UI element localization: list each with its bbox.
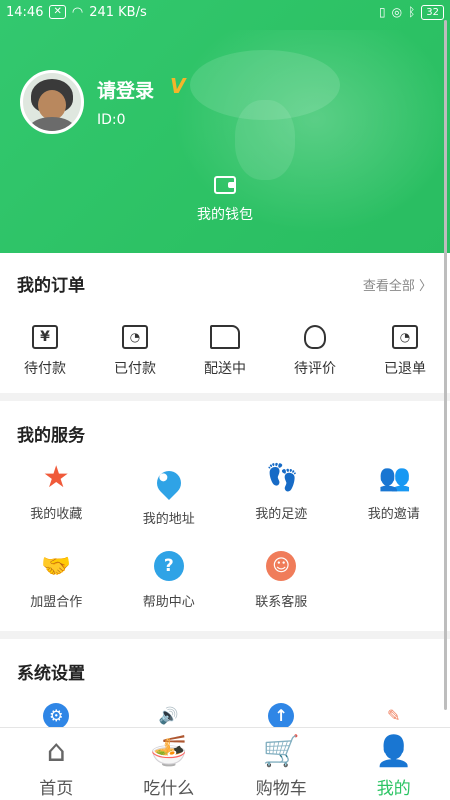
service-label: 我的足迹	[255, 507, 308, 522]
order-status-label: 配送中	[204, 361, 246, 377]
order-status-label: 待付款	[24, 361, 66, 377]
tab-cart[interactable]: 🛒 购物车	[225, 728, 338, 800]
wallet-button[interactable]: 我的钱包	[190, 176, 260, 224]
tab-label: 首页	[39, 779, 74, 799]
status-time: 14:46	[6, 4, 44, 20]
user-id: ID:0	[97, 112, 126, 128]
wallet-label: 我的钱包	[197, 207, 253, 223]
flower-icon	[304, 325, 326, 349]
order-status-label: 待评价	[294, 361, 336, 377]
order-status-label: 已退单	[384, 361, 426, 377]
service-invitations[interactable]: 👥 我的邀请	[338, 463, 450, 527]
speaker-icon: 🔊	[158, 706, 179, 725]
service-franchise[interactable]: 🤝 加盟合作	[0, 551, 113, 610]
vibrate-icon: ▯	[378, 5, 386, 19]
services-section: 我的服务 ★ 我的收藏 我的地址 👣 我的足迹 👥 我的邀请 🤝 加盟合作 ? …	[0, 401, 450, 631]
view-all-orders-link[interactable]: 查看全部 〉	[363, 275, 432, 294]
setting-item[interactable]: ⚙	[0, 703, 113, 729]
bluetooth-icon: ᛒ	[408, 5, 416, 19]
customer-service-icon: ☺	[266, 551, 297, 581]
network-speed: 241 KB/s	[89, 4, 147, 20]
profile-page: 14:46 ✕ ◠ 241 KB/s ▯ ◎ ᛒ 32 请登录 V ID:0 我…	[0, 0, 450, 800]
order-paid[interactable]: ◔ 已付款	[100, 325, 170, 378]
service-help-center[interactable]: ? 帮助中心	[113, 551, 226, 610]
login-prompt[interactable]: 请登录	[97, 76, 154, 103]
home-icon: ⌂	[46, 734, 66, 769]
service-label: 我的收藏	[30, 507, 83, 522]
services-title: 我的服务	[17, 426, 85, 446]
handshake-icon: 🤝	[41, 552, 72, 580]
settings-title: 系统设置	[17, 664, 85, 684]
vip-badge-icon: V	[170, 74, 186, 98]
order-status-label: 已付款	[114, 361, 156, 377]
settings-gear-icon: ⚙	[43, 703, 70, 729]
footprint-icon: 👣	[266, 463, 299, 493]
setting-item[interactable]: 🔊	[113, 703, 226, 729]
settings-section: 系统设置 ⚙ 🔊 ↑ ✎	[0, 639, 450, 739]
tab-home[interactable]: ⌂ 首页	[0, 728, 113, 800]
star-icon: ★	[42, 460, 70, 495]
order-to-review[interactable]: 待评价	[280, 325, 350, 378]
scrollbar[interactable]	[444, 20, 447, 710]
order-delivering[interactable]: 配送中	[190, 325, 260, 378]
paid-icon: ◔	[122, 325, 148, 349]
tab-what-to-eat[interactable]: 🍜 吃什么	[113, 728, 226, 800]
pencil-icon: ✎	[387, 706, 401, 725]
status-bar: 14:46 ✕ ◠ 241 KB/s ▯ ◎ ᛒ 32	[0, 0, 450, 24]
battery-icon: 32	[421, 4, 444, 20]
service-customer-support[interactable]: ☺ 联系客服	[225, 551, 338, 610]
order-refunded[interactable]: ◔ 已退单	[370, 325, 440, 378]
profile-icon: 👤	[375, 734, 413, 769]
service-label: 加盟合作	[30, 595, 83, 610]
service-label: 我的邀请	[367, 507, 420, 522]
location-pin-icon	[151, 466, 186, 500]
setting-item[interactable]: ✎	[338, 703, 450, 729]
orders-title: 我的订单	[17, 276, 85, 296]
upload-icon: ↑	[268, 703, 295, 729]
cart-icon: 🛒	[262, 734, 300, 769]
order-pending-payment[interactable]: ¥ 待付款	[10, 325, 80, 378]
setting-item[interactable]: ↑	[225, 703, 338, 729]
orders-section: 我的订单 查看全部 〉 ¥ 待付款 ◔ 已付款 配送中 待评价 ◔ 已退单	[0, 253, 450, 393]
noodle-bowl-icon: 🍜	[150, 734, 188, 769]
alarm-icon: ◎	[391, 5, 403, 19]
service-address[interactable]: 我的地址	[113, 463, 226, 527]
service-label: 我的地址	[142, 512, 195, 527]
tab-label: 购物车	[255, 779, 307, 799]
wifi-icon: ◠	[71, 4, 84, 20]
notification-icon: ✕	[49, 5, 66, 19]
payment-pending-icon: ¥	[32, 325, 58, 349]
wallet-icon	[214, 176, 236, 194]
tab-label: 吃什么	[143, 779, 195, 799]
service-label: 帮助中心	[142, 595, 195, 610]
tab-label: 我的	[376, 779, 411, 799]
help-icon: ?	[153, 551, 184, 581]
profile-header: 14:46 ✕ ◠ 241 KB/s ▯ ◎ ᛒ 32 请登录 V ID:0 我…	[0, 0, 450, 253]
users-icon: 👥	[378, 463, 412, 493]
service-footprints[interactable]: 👣 我的足迹	[225, 463, 338, 527]
truck-icon	[210, 325, 240, 349]
avatar[interactable]	[20, 70, 84, 134]
bottom-tab-bar: ⌂ 首页 🍜 吃什么 🛒 购物车 👤 我的	[0, 727, 450, 800]
tab-mine[interactable]: 👤 我的	[338, 728, 450, 800]
service-favorites[interactable]: ★ 我的收藏	[0, 463, 113, 527]
service-label: 联系客服	[255, 595, 308, 610]
refund-icon: ◔	[392, 325, 418, 349]
